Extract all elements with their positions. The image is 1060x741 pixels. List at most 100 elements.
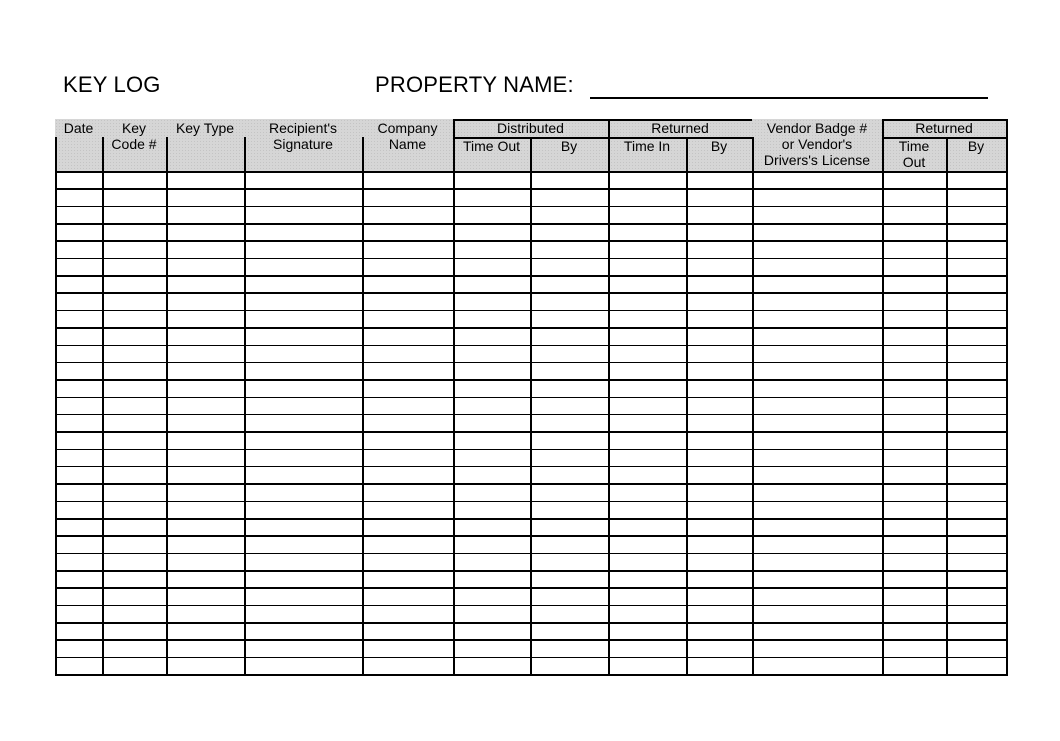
cell-returned-time-in[interactable] [610,225,685,239]
cell-recipient-signature[interactable] [246,277,361,291]
cell-returned2-time-out[interactable] [884,173,945,187]
cell-company-name[interactable] [364,260,452,274]
cell-returned-by[interactable] [688,641,751,655]
cell-returned2-by[interactable] [948,589,1005,603]
cell-returned-time-in[interactable] [610,572,685,586]
cell-date[interactable] [57,451,101,465]
cell-distributed-by[interactable] [532,468,607,482]
cell-distributed-by[interactable] [532,242,607,256]
cell-key-code[interactable] [104,329,165,343]
cell-distributed-by[interactable] [532,277,607,291]
cell-key-code[interactable] [104,208,165,222]
cell-distributed-time-out[interactable] [455,641,529,655]
cell-returned-by[interactable] [688,468,751,482]
cell-distributed-by[interactable] [532,347,607,361]
cell-returned-time-in[interactable] [610,468,685,482]
cell-vendor-badge[interactable] [754,468,881,482]
cell-key-code[interactable] [104,173,165,187]
cell-key-code[interactable] [104,260,165,274]
cell-company-name[interactable] [364,225,452,239]
cell-vendor-badge[interactable] [754,572,881,586]
cell-recipient-signature[interactable] [246,520,361,534]
cell-key-code[interactable] [104,381,165,395]
cell-recipient-signature[interactable] [246,347,361,361]
cell-company-name[interactable] [364,190,452,204]
cell-distributed-by[interactable] [532,451,607,465]
cell-recipient-signature[interactable] [246,537,361,551]
cell-key-type[interactable] [168,364,243,378]
cell-key-type[interactable] [168,589,243,603]
cell-key-code[interactable] [104,277,165,291]
cell-company-name[interactable] [364,555,452,569]
cell-key-type[interactable] [168,451,243,465]
cell-returned2-by[interactable] [948,260,1005,274]
cell-date[interactable] [57,277,101,291]
cell-company-name[interactable] [364,659,452,673]
cell-returned2-time-out[interactable] [884,451,945,465]
cell-returned-by[interactable] [688,624,751,638]
cell-returned2-time-out[interactable] [884,329,945,343]
cell-vendor-badge[interactable] [754,589,881,603]
cell-vendor-badge[interactable] [754,520,881,534]
cell-recipient-signature[interactable] [246,555,361,569]
cell-key-code[interactable] [104,624,165,638]
cell-vendor-badge[interactable] [754,659,881,673]
cell-returned-by[interactable] [688,329,751,343]
cell-date[interactable] [57,381,101,395]
cell-returned-time-in[interactable] [610,607,685,621]
cell-vendor-badge[interactable] [754,641,881,655]
cell-date[interactable] [57,537,101,551]
cell-distributed-by[interactable] [532,607,607,621]
cell-returned-by[interactable] [688,572,751,586]
cell-key-type[interactable] [168,537,243,551]
cell-returned2-by[interactable] [948,364,1005,378]
cell-company-name[interactable] [364,624,452,638]
cell-returned2-by[interactable] [948,381,1005,395]
cell-returned2-time-out[interactable] [884,225,945,239]
cell-company-name[interactable] [364,607,452,621]
cell-vendor-badge[interactable] [754,225,881,239]
cell-returned2-time-out[interactable] [884,433,945,447]
cell-key-code[interactable] [104,399,165,413]
cell-returned-by[interactable] [688,173,751,187]
cell-date[interactable] [57,242,101,256]
cell-returned2-by[interactable] [948,468,1005,482]
cell-distributed-time-out[interactable] [455,537,529,551]
cell-key-type[interactable] [168,416,243,430]
cell-returned2-by[interactable] [948,242,1005,256]
cell-distributed-by[interactable] [532,572,607,586]
cell-key-code[interactable] [104,659,165,673]
cell-key-code[interactable] [104,433,165,447]
cell-returned-by[interactable] [688,451,751,465]
cell-date[interactable] [57,347,101,361]
cell-date[interactable] [57,624,101,638]
cell-returned-by[interactable] [688,433,751,447]
cell-recipient-signature[interactable] [246,173,361,187]
cell-returned-by[interactable] [688,607,751,621]
cell-company-name[interactable] [364,294,452,308]
cell-distributed-by[interactable] [532,555,607,569]
cell-distributed-by[interactable] [532,190,607,204]
cell-returned-time-in[interactable] [610,520,685,534]
cell-date[interactable] [57,190,101,204]
cell-vendor-badge[interactable] [754,555,881,569]
cell-distributed-time-out[interactable] [455,399,529,413]
cell-returned2-by[interactable] [948,208,1005,222]
cell-key-type[interactable] [168,329,243,343]
cell-returned2-by[interactable] [948,225,1005,239]
cell-distributed-by[interactable] [532,208,607,222]
cell-distributed-time-out[interactable] [455,624,529,638]
cell-key-type[interactable] [168,485,243,499]
cell-company-name[interactable] [364,641,452,655]
cell-distributed-time-out[interactable] [455,485,529,499]
cell-recipient-signature[interactable] [246,416,361,430]
cell-distributed-time-out[interactable] [455,589,529,603]
cell-recipient-signature[interactable] [246,329,361,343]
cell-returned2-time-out[interactable] [884,589,945,603]
cell-key-type[interactable] [168,294,243,308]
cell-vendor-badge[interactable] [754,260,881,274]
cell-returned-by[interactable] [688,312,751,326]
cell-distributed-by[interactable] [532,173,607,187]
cell-returned-time-in[interactable] [610,381,685,395]
cell-returned-by[interactable] [688,520,751,534]
